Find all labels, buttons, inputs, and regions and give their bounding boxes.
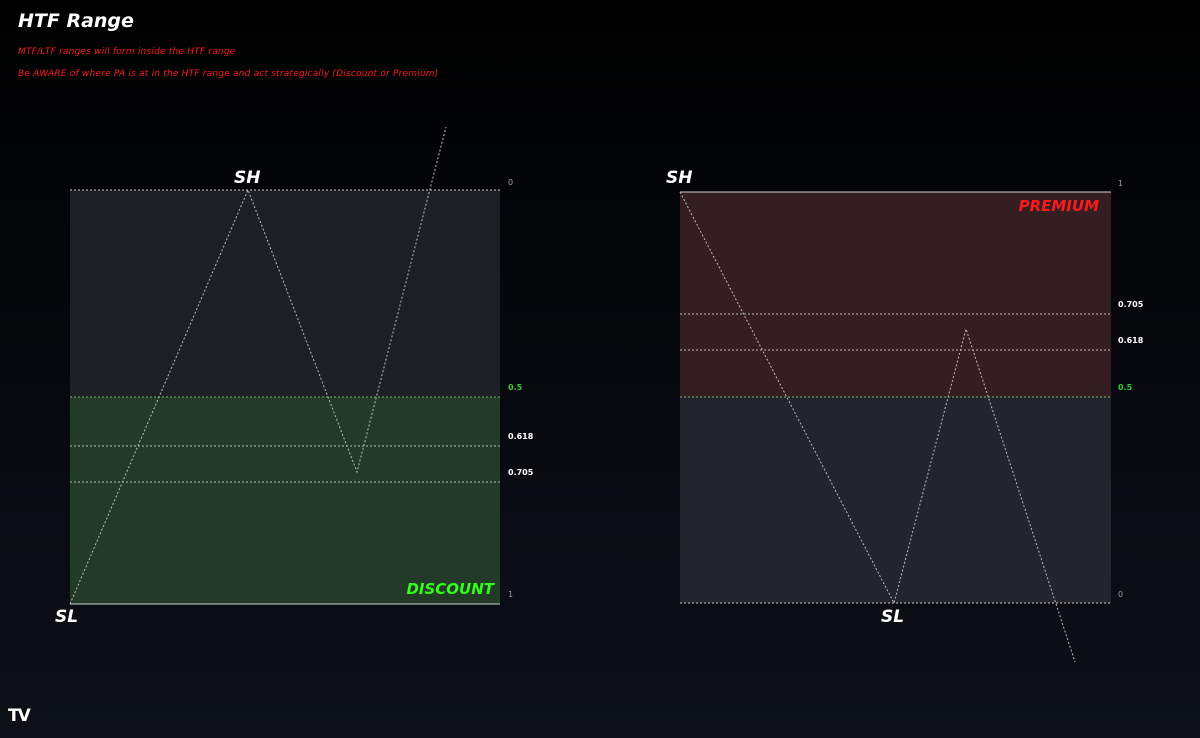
left-zone-label: DISCOUNT [406, 580, 495, 598]
left-upper-zone [70, 190, 500, 397]
right-sl-label: SL [881, 607, 904, 627]
left-level-top: 0 [508, 178, 513, 187]
left-sl-label: SL [55, 607, 78, 627]
left-level-bottom: 1 [508, 590, 513, 599]
left-level-mid: 0.5 [508, 383, 523, 392]
right-level-b: 0.618 [1118, 336, 1144, 345]
right-level-mid: 0.5 [1118, 383, 1133, 392]
left-level-b: 0.705 [508, 468, 534, 477]
right-zone-label: PREMIUM [1019, 197, 1099, 215]
right-level-top: 1 [1118, 179, 1123, 188]
left-level-a: 0.618 [508, 432, 534, 441]
right-lower-zone [680, 397, 1111, 603]
left-sh-label: SH [234, 168, 260, 188]
right-sh-label: SH [666, 168, 692, 188]
right-range: SH SL PREMIUM 1 0 0.705 0.618 0.5 [666, 168, 1144, 663]
left-discount-zone [70, 397, 500, 604]
left-range: SH SL DISCOUNT 0 1 0.5 0.618 0.705 [55, 126, 534, 627]
htf-range-diagram: SH SL DISCOUNT 0 1 0.5 0.618 0.705 SH SL… [55, 126, 1144, 663]
right-level-a: 0.705 [1118, 300, 1144, 309]
tradingview-logo[interactable]: TV [8, 706, 31, 726]
right-premium-zone [680, 192, 1111, 397]
right-level-bottom: 0 [1118, 590, 1123, 599]
